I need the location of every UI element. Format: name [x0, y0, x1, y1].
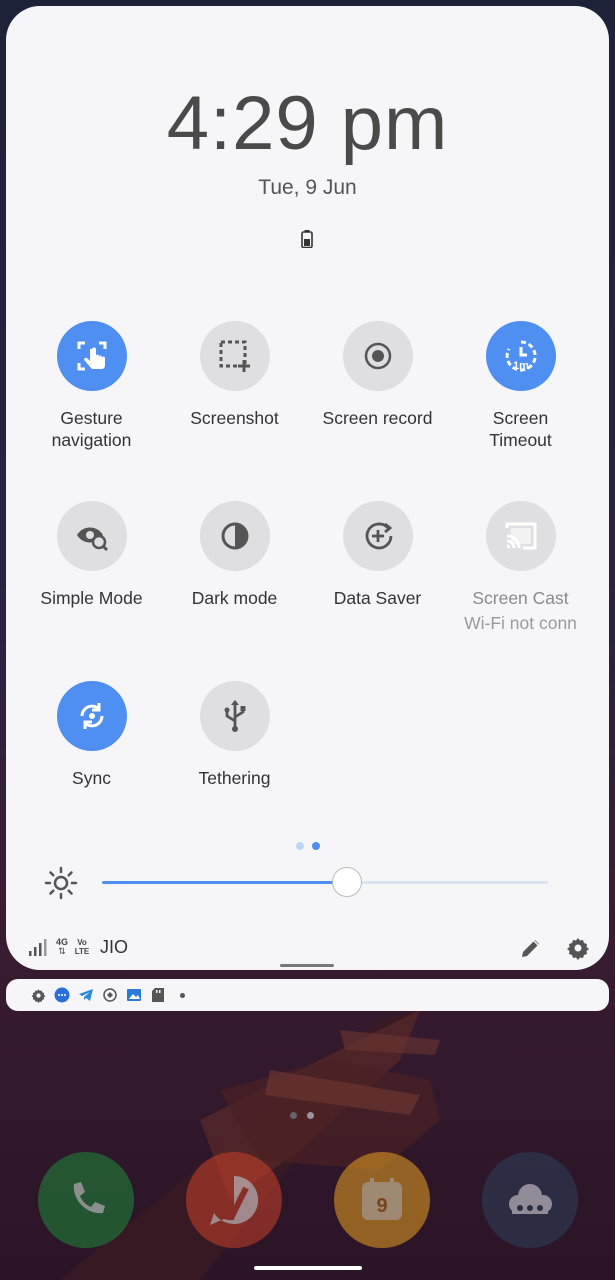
- nextcloud-app-icon[interactable]: [482, 1152, 578, 1248]
- svg-text:9: 9: [376, 1195, 387, 1217]
- dark-mode-icon: [221, 522, 248, 550]
- volte-icon: Vo LTE: [74, 938, 90, 956]
- tile-dark-mode-toggle[interactable]: [199, 501, 270, 571]
- tile-screen-cast[interactable]: Screen Cast Wi-Fi not conn: [449, 501, 592, 635]
- gesture-icon: [77, 341, 106, 371]
- sync-icon: [80, 703, 103, 729]
- screen-cast-icon: [505, 522, 536, 550]
- tile-label: Sync: [72, 768, 111, 788]
- tile-screenshot[interactable]: Screenshot: [163, 321, 306, 429]
- tile-label: Data Saver: [333, 588, 422, 608]
- tile-tethering[interactable]: Tethering: [163, 681, 306, 789]
- home-page-indicator: [290, 1112, 314, 1119]
- tile-sync[interactable]: Sync: [20, 681, 163, 789]
- tile-gesture-navigation[interactable]: Gesture navigation: [20, 321, 163, 451]
- tile-screen-cast-toggle[interactable]: [485, 501, 556, 571]
- vivaldi-icon: [210, 1175, 259, 1225]
- tile-gesture-navigation-toggle[interactable]: [56, 321, 127, 391]
- phone-icon: [73, 1182, 105, 1214]
- tile-screen-timeout[interactable]: 1m Screen Timeout: [449, 321, 592, 451]
- sd-card-icon: [150, 987, 166, 1003]
- tile-label: Screen Timeout: [489, 408, 552, 450]
- settings-icon[interactable]: [566, 936, 590, 960]
- page-indicator: [296, 842, 320, 850]
- gesture-nav-bar[interactable]: [254, 1266, 362, 1270]
- battery-icon: [301, 230, 313, 248]
- tile-label: Screen Cast: [472, 588, 569, 608]
- tile-dark-mode[interactable]: Dark mode: [163, 501, 306, 609]
- settings-icon: [30, 987, 46, 1003]
- messages-icon: [54, 987, 70, 1003]
- signal-icon: [29, 939, 47, 956]
- carrier-name: JIO: [100, 936, 129, 957]
- home-page-dot: [290, 1112, 297, 1119]
- cloud-icon: [509, 1184, 552, 1214]
- screen-record-icon: [364, 342, 391, 370]
- page-dot-active: [312, 842, 320, 850]
- brightness-slider-thumb[interactable]: [332, 867, 363, 897]
- data-saver-icon: [365, 522, 392, 550]
- network-type-icon: 4G ⇅: [56, 937, 69, 956]
- tile-label: Dark mode: [191, 588, 278, 608]
- tile-label: Tethering: [198, 768, 271, 788]
- status-row: 4G ⇅ Vo LTE JIO: [28, 934, 128, 960]
- telegram-icon: [78, 987, 94, 1003]
- tile-sync-toggle[interactable]: [56, 681, 127, 751]
- tile-screen-record-toggle[interactable]: [342, 321, 413, 391]
- gallery-icon: [126, 987, 142, 1003]
- brightness-slider[interactable]: [102, 867, 548, 897]
- date: Tue, 9 Jun: [258, 176, 357, 199]
- tile-sublabel: Wi-Fi not conn: [464, 613, 577, 633]
- notification-icons-bar[interactable]: [6, 979, 609, 1011]
- tile-screen-timeout-toggle[interactable]: 1m: [485, 321, 556, 391]
- timeout-icon: 1m: [505, 340, 537, 372]
- tile-tethering-toggle[interactable]: [199, 681, 270, 751]
- tile-simple-mode-toggle[interactable]: [56, 501, 127, 571]
- tile-simple-mode[interactable]: Simple Mode: [20, 501, 163, 609]
- vivaldi-app-icon[interactable]: [186, 1152, 282, 1248]
- brightness-slider-fill: [102, 881, 348, 884]
- screenshot-icon: [219, 340, 250, 372]
- quick-settings-panel: 4:29 pm Tue, 9 Jun Gesture navigation Sc…: [6, 6, 609, 970]
- home-page-dot-active: [307, 1112, 314, 1119]
- simple-mode-icon: [76, 527, 108, 552]
- edit-icon[interactable]: [519, 936, 543, 960]
- phone-app-icon[interactable]: [38, 1152, 134, 1248]
- tile-data-saver-toggle[interactable]: [342, 501, 413, 571]
- panel-drag-handle[interactable]: [280, 964, 334, 967]
- page-dot: [296, 842, 304, 850]
- tile-label: Simple Mode: [40, 588, 143, 608]
- svg-text:1m: 1m: [513, 360, 529, 372]
- tile-label: Screen record: [322, 408, 433, 428]
- calendar-app-icon[interactable]: 9: [334, 1152, 430, 1248]
- more-notifications-dot: [174, 987, 190, 1003]
- tile-label: Gesture navigation: [51, 408, 132, 450]
- tile-data-saver[interactable]: Data Saver: [306, 501, 449, 609]
- tile-screenshot-toggle[interactable]: [199, 321, 270, 391]
- tile-screen-record[interactable]: Screen record: [306, 321, 449, 429]
- brightness-icon: [44, 866, 78, 900]
- sync-status-icon: [102, 987, 118, 1003]
- usb-icon: [224, 700, 245, 732]
- tile-label: Screenshot: [190, 408, 279, 428]
- calendar-icon: 9: [362, 1178, 402, 1220]
- clock: 4:29 pm: [166, 81, 449, 166]
